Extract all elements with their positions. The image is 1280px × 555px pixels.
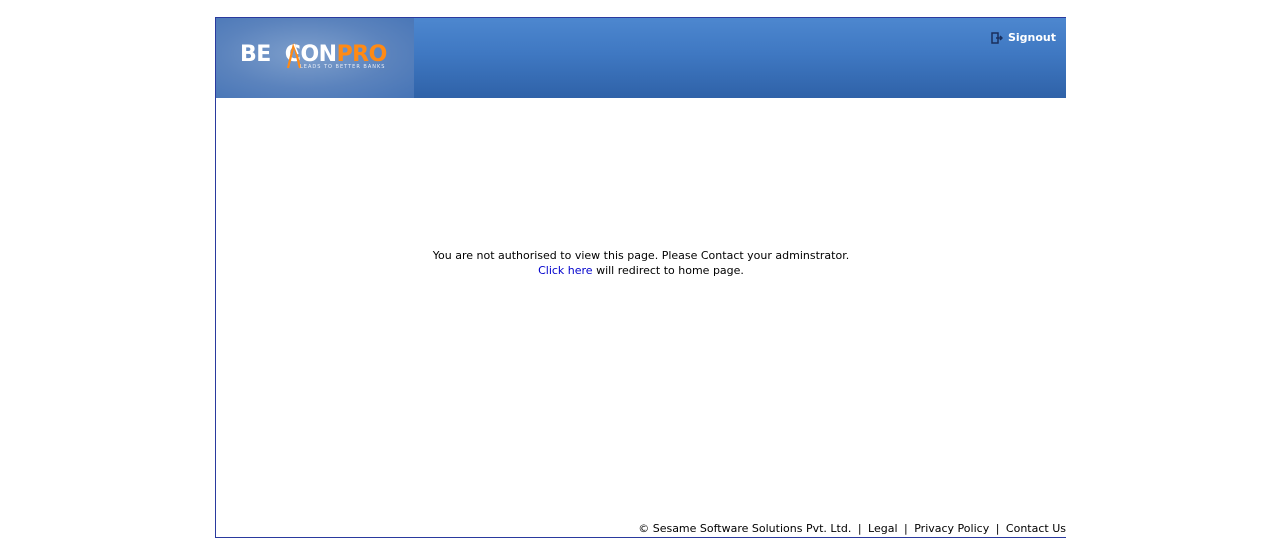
footer-separator: | (857, 522, 862, 535)
copyright-text: © Sesame Software Solutions Pvt. Ltd. (638, 522, 852, 535)
message-line-2: Click here will redirect to home page. (216, 263, 1066, 278)
message-line-1: You are not authorised to view this page… (432, 249, 850, 262)
logo-beam-icon (286, 43, 302, 69)
click-here-link[interactable]: Click here (538, 264, 593, 277)
signout-icon (991, 31, 1003, 44)
logo-tagline: LEADS TO BETTER BANKS (300, 64, 386, 70)
logo: BE CONPRO LEADS TO BETTER BANKS (216, 18, 414, 98)
header-bar: BE CONPRO LEADS TO BETTER BANKS Signout (216, 18, 1066, 98)
signout-link[interactable]: Signout (991, 31, 1056, 44)
contact-us-link[interactable]: Contact Us (1006, 522, 1066, 535)
redirect-text: will redirect to home page. (592, 264, 744, 277)
footer: © Sesame Software Solutions Pvt. Ltd. | … (638, 522, 1066, 535)
page-frame: BE CONPRO LEADS TO BETTER BANKS Signout Y… (215, 17, 1066, 538)
footer-separator: | (904, 522, 908, 535)
footer-separator: | (995, 522, 1000, 535)
unauthorised-message: You are not authorised to view this page… (216, 248, 1066, 278)
signout-label[interactable]: Signout (1008, 31, 1056, 44)
privacy-policy-link[interactable]: Privacy Policy (914, 522, 989, 535)
legal-link[interactable]: Legal (868, 522, 897, 535)
